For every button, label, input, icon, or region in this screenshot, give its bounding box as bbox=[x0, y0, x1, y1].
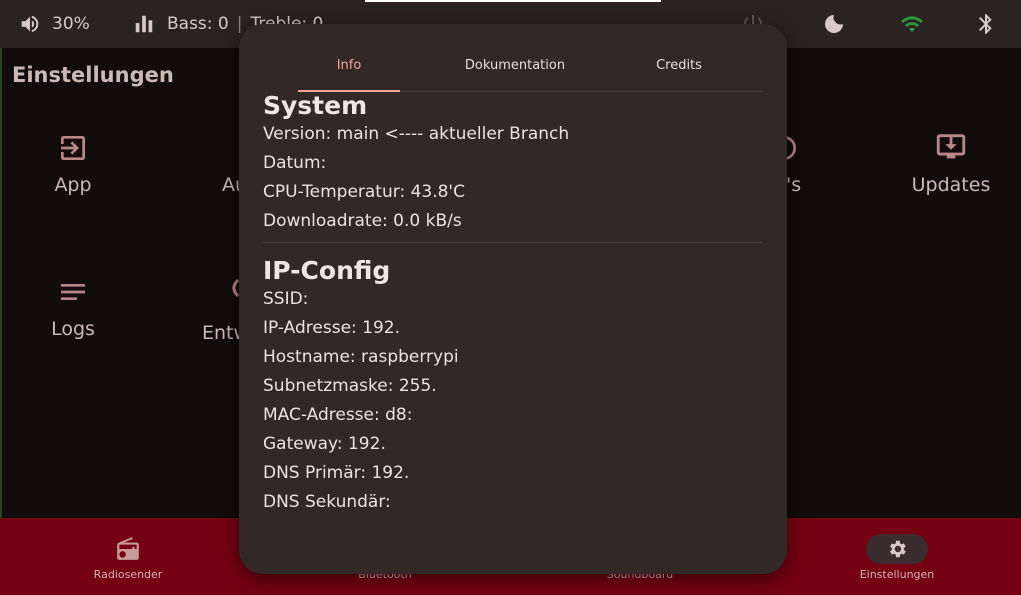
ip-address-row: IP-Adresse: 192. bbox=[263, 318, 401, 338]
downloadrate-row: Downloadrate: 0.0 kB/s bbox=[263, 211, 462, 231]
tab-info[interactable]: Info bbox=[298, 58, 400, 73]
separator: | bbox=[236, 14, 243, 34]
wifi-icon[interactable] bbox=[900, 12, 924, 36]
bluetooth-icon[interactable] bbox=[974, 12, 998, 36]
section-divider bbox=[263, 242, 763, 243]
tile-label: 's bbox=[786, 174, 802, 196]
nav-radiosender[interactable]: Radiosender bbox=[48, 518, 208, 581]
bass-label: Bass: 0 bbox=[167, 14, 229, 34]
dns-secondary-row: DNS Sekundär: bbox=[263, 492, 391, 512]
page-title: Einstellungen bbox=[12, 63, 174, 87]
ssid-row: SSID: bbox=[263, 289, 309, 309]
nav-label: Einstellungen bbox=[859, 568, 935, 581]
info-content: System Version: main <---- aktueller Bra… bbox=[263, 92, 763, 517]
dns-primary-row: DNS Primär: 192. bbox=[263, 463, 410, 483]
tab-dokumentation[interactable]: Dokumentation bbox=[450, 58, 580, 73]
notes-icon bbox=[61, 284, 85, 300]
volume-control[interactable]: 30% bbox=[18, 13, 90, 35]
dialog-tabs: Info Dokumentation Credits bbox=[298, 46, 763, 92]
settings-tile-app[interactable]: App bbox=[0, 132, 148, 196]
top-indicator-line bbox=[365, 0, 661, 2]
volume-icon bbox=[21, 15, 39, 33]
radio-icon bbox=[117, 537, 139, 560]
nav-einstellungen[interactable]: Einstellungen bbox=[817, 518, 977, 581]
info-dialog: Info Dokumentation Credits System Versio… bbox=[239, 24, 787, 574]
system-heading: System bbox=[263, 91, 368, 120]
volume-value: 30% bbox=[52, 14, 90, 34]
hostname-row: Hostname: raspberrypi bbox=[263, 347, 459, 367]
tile-label: App bbox=[54, 174, 92, 196]
cpu-temperature-row: CPU-Temperatur: 43.8'C bbox=[263, 182, 465, 202]
tab-credits[interactable]: Credits bbox=[638, 58, 720, 73]
tile-label: Updates bbox=[911, 174, 991, 196]
subnet-mask-row: Subnetzmaske: 255. bbox=[263, 376, 437, 396]
exit-to-app-icon bbox=[61, 136, 85, 160]
tile-label: Logs bbox=[51, 318, 95, 340]
equalizer-icon bbox=[135, 15, 153, 33]
settings-tile-developer[interactable]: Entw bbox=[202, 322, 249, 344]
nav-active-pill bbox=[866, 534, 928, 564]
nav-label: Radiosender bbox=[93, 568, 163, 581]
dark-mode-icon[interactable] bbox=[822, 12, 846, 36]
mac-address-row: MAC-Adresse: d8: bbox=[263, 405, 413, 425]
gear-icon bbox=[890, 540, 906, 558]
ip-config-heading: IP-Config bbox=[263, 256, 391, 285]
date-row: Datum: bbox=[263, 153, 327, 173]
version-row: Version: main <---- aktueller Branch bbox=[263, 124, 570, 144]
settings-tile-updates[interactable]: Updates bbox=[876, 130, 1021, 196]
gateway-row: Gateway: 192. bbox=[263, 434, 386, 454]
system-update-icon bbox=[936, 134, 966, 159]
settings-tile-logs[interactable]: Logs bbox=[0, 276, 148, 340]
